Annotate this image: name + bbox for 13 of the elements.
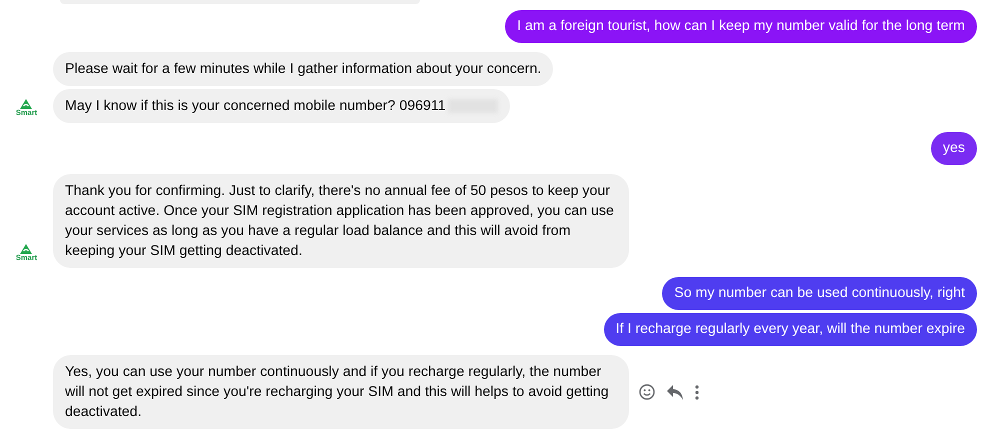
logo-icon	[20, 244, 32, 254]
message-bubble: Thank you for confirming. Just to clarify, there's no annual fee of 50 pesos to keep your account active. Once your SIM registration application has been approved, you can use your services as long as you have a regular load balance and this will avoid from keeping your SIM getting deactivated.	[53, 174, 629, 268]
message-bubble: yes	[930, 132, 977, 165]
message-bubble: I am a foreign tourist, how can I keep my number valid for the long term	[505, 10, 977, 43]
message-bubble: Yes, you can use your number continuously and if you recharge regularly, the number will not get expired since you're recharging your SIM and this will helps to avoid getting deactivated.	[53, 355, 629, 429]
emoji-icon[interactable]	[639, 384, 655, 400]
more-icon[interactable]	[695, 384, 699, 400]
message-bubble: If I recharge regularly every year, will the number expire	[604, 313, 977, 346]
reply-icon[interactable]	[667, 384, 683, 400]
message-bubble: So my number can be used continuously, right	[662, 277, 977, 310]
message-bubble: Please wait for a few minutes while I gather information about your concern.	[53, 52, 554, 86]
message-bubble: May I know if this is your concerned mobile number? 096911	[53, 89, 510, 123]
logo-icon	[20, 99, 32, 109]
